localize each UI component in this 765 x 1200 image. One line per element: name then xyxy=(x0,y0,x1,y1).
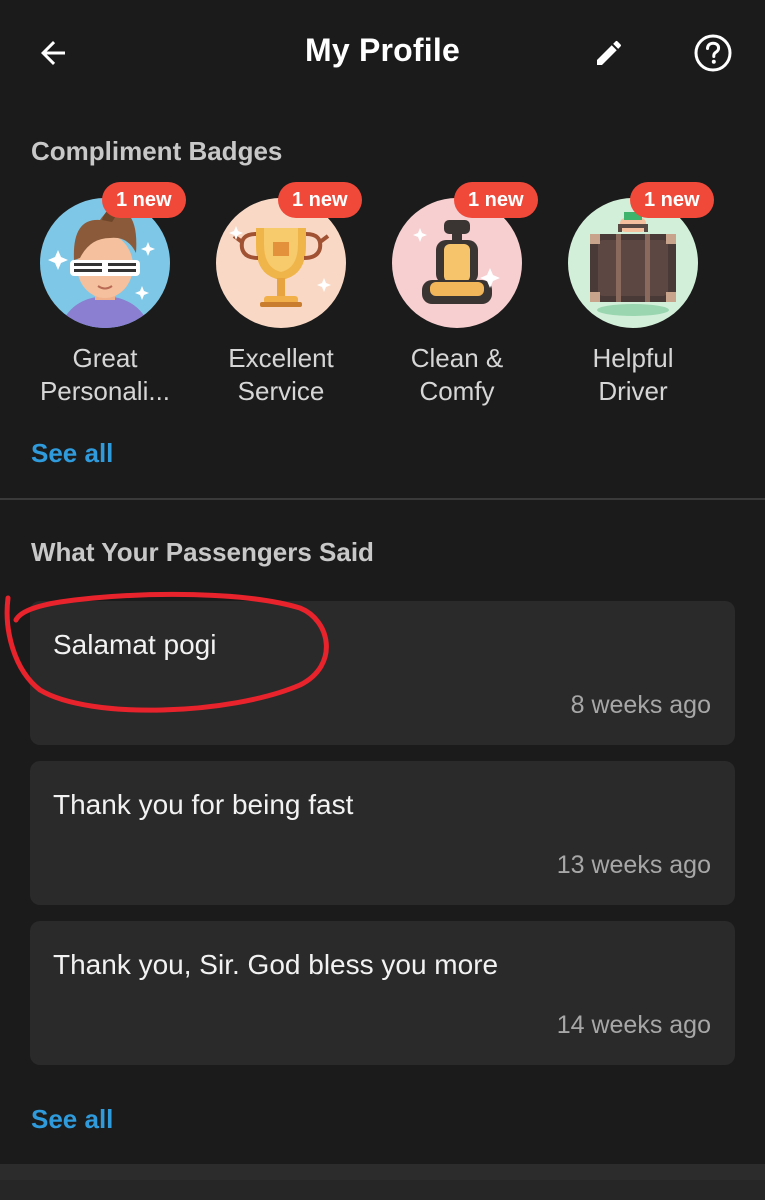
comment-text: Salamat pogi xyxy=(53,629,217,660)
badge-helpful-driver[interactable]: 1 new Helpful Driver xyxy=(528,180,714,420)
new-badge-indicator: 1 new xyxy=(278,182,362,218)
section-divider xyxy=(0,498,765,500)
badge-label-line2: Driver xyxy=(598,376,668,406)
comment-card[interactable]: Thank you, Sir. God bless you more 14 we… xyxy=(30,921,735,1065)
new-badge-indicator: 1 new xyxy=(630,182,714,218)
new-badge-indicator: 1 new xyxy=(454,182,538,218)
page-title: My Profile xyxy=(305,32,460,68)
edit-profile-button[interactable] xyxy=(586,30,632,76)
see-all-comments-link[interactable]: See all xyxy=(31,1104,113,1135)
badge-label-line1: Helpful xyxy=(592,343,674,373)
badge-great-personality[interactable]: 1 new Great Personali... xyxy=(0,180,186,420)
help-button[interactable] xyxy=(690,30,736,76)
next-section-edge xyxy=(0,1164,765,1200)
next-section-strip xyxy=(0,1164,765,1180)
comment-card[interactable]: Thank you for being fast 13 weeks ago xyxy=(30,761,735,905)
comment-timestamp: 13 weeks ago xyxy=(556,851,711,879)
comment-text: Thank you for being fast xyxy=(53,789,354,820)
see-all-badges-link[interactable]: See all xyxy=(31,438,113,469)
compliment-badges-heading: Compliment Badges xyxy=(31,136,283,166)
top-bar: My Profile xyxy=(0,0,765,106)
badge-clean-comfy[interactable]: 1 new Clean & Comfy xyxy=(352,180,538,420)
question-circle-icon xyxy=(694,34,732,72)
comment-timestamp: 14 weeks ago xyxy=(556,1011,711,1039)
comment-timestamp: 8 weeks ago xyxy=(570,691,711,719)
badge-excellent-service[interactable]: 1 new Excellent Service xyxy=(176,180,362,420)
profile-screen: My Profile Compliment Badges 1 new Great… xyxy=(0,0,765,1200)
comment-card[interactable]: Salamat pogi 8 weeks ago xyxy=(30,601,735,745)
passenger-comments-heading: What Your Passengers Said xyxy=(31,537,374,567)
pencil-icon xyxy=(597,40,621,65)
comment-text: Thank you, Sir. God bless you more xyxy=(53,949,499,980)
badge-label: Helpful Driver xyxy=(528,342,738,408)
new-badge-indicator: 1 new xyxy=(102,182,186,218)
